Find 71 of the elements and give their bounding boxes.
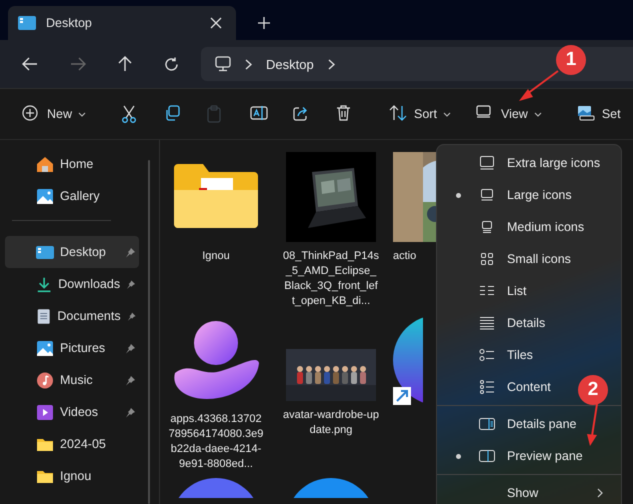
- list-icon: [479, 380, 495, 394]
- menu-item[interactable]: Details: [507, 316, 546, 330]
- file-name[interactable]: 08_ThinkPad_P14s_5_AMD_Eclipse_Black_3Q_front_left_open_KB_di...: [283, 249, 379, 309]
- sidebar-item[interactable]: Gallery: [5, 180, 139, 212]
- close-icon[interactable]: [210, 17, 222, 29]
- list-icon: [479, 316, 495, 330]
- chevron-icon: [597, 488, 603, 498]
- desktop-icon: [36, 244, 54, 260]
- sidebar-item[interactable]: Home: [5, 148, 139, 180]
- desktop-icon: [18, 16, 36, 30]
- rename-icon: [250, 105, 268, 123]
- sidebar-item[interactable]: 2024-05: [5, 428, 139, 460]
- menu-item[interactable]: List: [507, 284, 526, 298]
- sidebar-item[interactable]: Music: [5, 364, 139, 396]
- list-icon: [479, 284, 495, 298]
- pane-icon: [479, 417, 495, 431]
- menu-item[interactable]: Details pane: [507, 417, 576, 431]
- download-icon: [36, 276, 52, 292]
- pane-icon: [479, 449, 495, 463]
- sort-icon: [389, 105, 408, 123]
- new-tab-icon[interactable]: [258, 17, 270, 29]
- monitor-icon: [479, 156, 495, 170]
- sort-button[interactable]: Sort: [381, 99, 459, 129]
- sidebar-item[interactable]: Desktop: [5, 236, 139, 268]
- image-icon: [36, 188, 54, 204]
- new-button[interactable]: New: [14, 99, 94, 129]
- caret-icon: [442, 112, 451, 116]
- menu-item[interactable]: Extra large icons: [507, 156, 600, 170]
- music-note-icon: [36, 372, 54, 388]
- arrow: [519, 70, 559, 102]
- file-name[interactable]: Ignou: [168, 249, 264, 264]
- arrow: [587, 404, 599, 446]
- image-icon: [36, 340, 54, 356]
- menu-item[interactable]: Preview pane: [507, 449, 583, 463]
- file-name[interactable]: apps.43368.13702789564174080.3e9b22da-daee-4214-9e91-8808ed...: [168, 412, 264, 472]
- monitor-icon: [479, 188, 495, 202]
- house-icon: [36, 156, 54, 172]
- list-icon: [479, 348, 495, 362]
- monitor-icon: [479, 220, 495, 234]
- folder-icon: [173, 162, 259, 230]
- caret-icon: [78, 112, 86, 116]
- sidebar-item[interactable]: Videos: [5, 396, 139, 428]
- menu-item[interactable]: Small icons: [507, 252, 571, 266]
- caret-icon: [534, 112, 542, 116]
- view-button[interactable]: View: [468, 99, 550, 129]
- chevron-icon[interactable]: [328, 58, 335, 70]
- menu-item[interactable]: Show: [507, 486, 538, 500]
- video-icon: [36, 404, 54, 420]
- monitor-icon: [215, 56, 231, 72]
- sidebar-item[interactable]: Ignou: [5, 460, 139, 492]
- back-icon[interactable]: [22, 57, 38, 71]
- plus-circle-icon: [22, 105, 40, 123]
- menu-item[interactable]: Medium icons: [507, 220, 584, 234]
- chevron-icon: [245, 58, 252, 70]
- image-icon: [576, 105, 595, 123]
- menu-item[interactable]: Content: [507, 380, 551, 394]
- up-icon[interactable]: [118, 56, 132, 72]
- menu-item[interactable]: Large icons: [507, 188, 572, 202]
- menu-item[interactable]: Tiles: [507, 348, 533, 362]
- breadcrumb[interactable]: Desktop: [266, 56, 314, 72]
- refresh-icon[interactable]: [164, 56, 179, 72]
- sidebar-item[interactable]: Downloads: [5, 268, 139, 300]
- document-icon: [36, 308, 52, 324]
- settings-button[interactable]: Set: [568, 99, 629, 129]
- copy-icon: [164, 105, 182, 123]
- window-tab[interactable]: Desktop: [8, 6, 236, 40]
- grid-icon: [479, 252, 495, 266]
- tab-title: Desktop: [46, 16, 93, 30]
- sidebar-item[interactable]: Documents: [5, 300, 139, 332]
- file-name[interactable]: avatar-wardrobe-update.png: [283, 408, 379, 438]
- sidebar-item[interactable]: Pictures: [5, 332, 139, 364]
